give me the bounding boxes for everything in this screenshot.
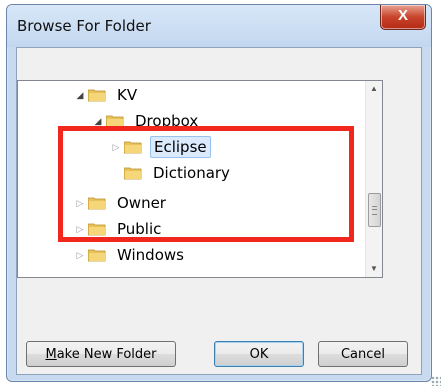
triangle-right-icon[interactable]: ▷ <box>74 224 86 235</box>
close-button[interactable]: X <box>380 5 426 30</box>
tree-item-public[interactable]: ▷ Public <box>74 217 164 241</box>
tree-item-kv[interactable]: ◢ KV <box>74 83 140 107</box>
tree-item-label: Dictionary <box>153 164 230 182</box>
close-icon: X <box>397 7 408 24</box>
folder-icon <box>88 248 106 262</box>
vertical-scrollbar[interactable]: ▲ ▼ <box>365 81 382 277</box>
title-bar: Browse For Folder X <box>7 5 431 47</box>
triangle-right-icon[interactable]: ▷ <box>74 250 86 261</box>
folder-icon <box>124 140 142 154</box>
tree-item-label: Eclipse <box>150 136 211 158</box>
triangle-down-icon[interactable]: ◢ <box>92 116 104 127</box>
triangle-right-icon[interactable]: ▷ <box>74 198 86 209</box>
ok-button[interactable]: OK <box>214 341 304 367</box>
tree-item-label: Owner <box>117 194 166 212</box>
tree-item-label: Public <box>117 220 162 238</box>
tree-item-label: Windows <box>117 246 184 264</box>
triangle-right-icon[interactable]: ▷ <box>110 142 122 153</box>
tree-item-eclipse[interactable]: ▷ Eclipse <box>110 135 211 159</box>
folder-icon <box>88 88 106 102</box>
tree-item-dropbox[interactable]: ◢ Dropbox <box>92 109 201 133</box>
resize-grip-icon[interactable] <box>431 376 441 386</box>
folder-icon <box>88 222 106 236</box>
tree-item-dictionary[interactable]: Dictionary <box>124 161 233 185</box>
folder-icon <box>88 196 106 210</box>
triangle-down-icon[interactable]: ◢ <box>74 90 86 101</box>
cancel-button[interactable]: Cancel <box>318 341 408 367</box>
tree-item-label: Dropbox <box>135 112 199 130</box>
make-new-folder-label: ake New Folder <box>56 347 157 362</box>
tree-item-label: KV <box>117 86 138 104</box>
grip-icon <box>372 206 377 215</box>
folder-icon <box>106 114 124 128</box>
scrollbar-thumb[interactable] <box>368 193 381 227</box>
ok-label: OK <box>249 347 269 362</box>
tree-item-owner[interactable]: ▷ Owner <box>74 191 169 215</box>
make-new-folder-button[interactable]: Make New Folder <box>26 341 176 367</box>
folder-tree[interactable]: ◢ KV ◢ Dropbox ▷ Eclipse Dictionary ▷ Ow… <box>17 80 383 278</box>
folder-icon <box>124 166 142 180</box>
tree-item-windows[interactable]: ▷ Windows <box>74 243 187 267</box>
dialog-title: Browse For Folder <box>17 17 151 35</box>
tree-items: ◢ KV ◢ Dropbox ▷ Eclipse Dictionary ▷ Ow… <box>18 81 366 277</box>
cancel-label: Cancel <box>340 347 386 362</box>
scroll-down-arrow-icon[interactable]: ▼ <box>366 261 382 277</box>
scroll-up-arrow-icon[interactable]: ▲ <box>366 81 382 97</box>
mnemonic-letter: M <box>45 347 57 362</box>
